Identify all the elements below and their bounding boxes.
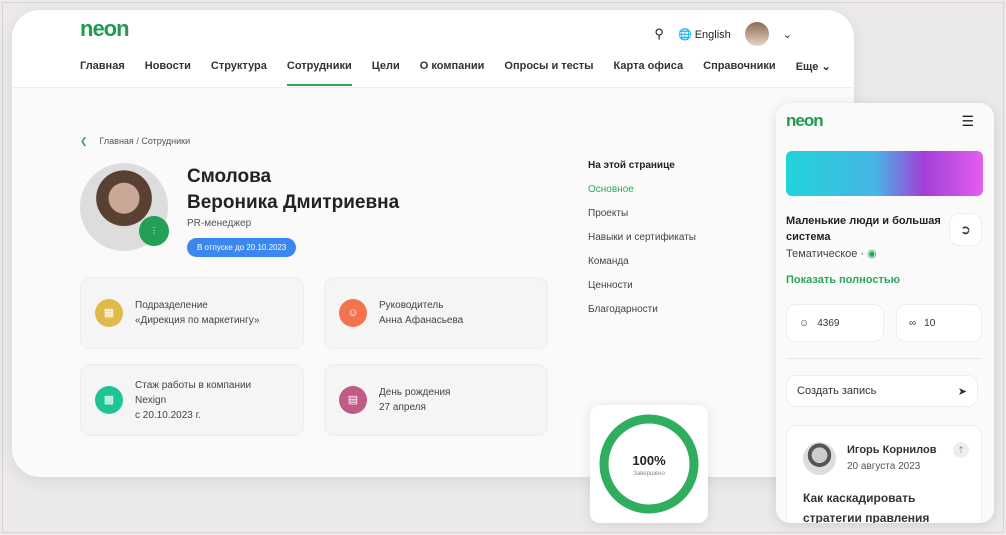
- status-badge: В отпуске до 20.10.2023: [187, 238, 297, 257]
- divider: [786, 358, 982, 359]
- breadcrumb-home[interactable]: Главная: [100, 136, 134, 146]
- employee-role: PR-менеджер: [187, 218, 252, 229]
- menu-icon[interactable]: ☰: [961, 113, 974, 130]
- progress-value: 100%: [632, 453, 666, 468]
- toc-item[interactable]: Ценности: [588, 280, 696, 291]
- globe-icon: 🌐: [677, 28, 692, 41]
- links-count[interactable]: ∞ 10: [896, 304, 982, 342]
- card-label: Подразделение: [135, 300, 208, 311]
- back-icon[interactable]: ❮: [80, 136, 88, 146]
- breadcrumb-employees[interactable]: Сотрудники: [141, 136, 190, 146]
- employee-name: Смолова Вероника Дмитриевна: [187, 164, 399, 216]
- header: neon ⚲ 🌐 English ⌄ Главная Новости Струк…: [12, 10, 854, 88]
- members-count[interactable]: ☺ 4369: [786, 304, 884, 342]
- first-names: Вероника Дмитриевна: [187, 192, 400, 213]
- breadcrumb: ❮ Главная / Сотрудники: [80, 136, 190, 147]
- toc-title: На этой странице: [588, 160, 675, 171]
- language-selector[interactable]: 🌐 English: [678, 28, 731, 41]
- nav-structure[interactable]: Структура: [211, 60, 267, 86]
- nav-directories[interactable]: Справочники: [703, 60, 776, 86]
- card-value[interactable]: «Дирекция по маркетингу»: [135, 313, 259, 328]
- toc-item[interactable]: Благодарности: [588, 304, 696, 315]
- chevron-down-icon[interactable]: ⌄: [783, 28, 792, 41]
- lock-icon: ◉: [867, 248, 877, 260]
- nav-office-map[interactable]: Карта офиса: [614, 60, 684, 86]
- community-title: Маленькие люди и большая система: [786, 215, 941, 243]
- toc-item[interactable]: Навыки и сертификаты: [588, 232, 696, 243]
- podium-icon: ▩: [95, 386, 123, 414]
- community-category: Тематическое: [786, 248, 858, 260]
- pin-icon[interactable]: ⇡: [953, 442, 969, 458]
- nav-surveys[interactable]: Опросы и тесты: [504, 60, 593, 86]
- language-label: English: [694, 28, 731, 41]
- exit-icon: ➲: [960, 221, 971, 237]
- create-post-placeholder: Создать запись: [797, 385, 877, 397]
- cake-icon: ▤: [339, 386, 367, 414]
- nav-home[interactable]: Главная: [80, 60, 125, 86]
- nav-more-label: Еще: [795, 61, 819, 73]
- links-value: 10: [924, 317, 936, 329]
- card-label: Руководитель: [379, 300, 444, 311]
- desktop-window: neon ⚲ 🌐 English ⌄ Главная Новости Струк…: [12, 10, 854, 477]
- leave-button[interactable]: ➲: [949, 213, 982, 246]
- nav-more[interactable]: Еще ⌄: [796, 60, 831, 86]
- card-birthday: ▤ День рождения 27 апреля: [324, 364, 548, 436]
- user-icon: ☺: [339, 299, 367, 327]
- card-label: Стаж работы в компании: [135, 379, 252, 391]
- post-title[interactable]: Как каскадировать стратегии правления: [803, 488, 973, 523]
- card-value[interactable]: Анна Афанасьева: [379, 313, 463, 328]
- mobile-logo[interactable]: neon: [786, 111, 824, 131]
- card-tenure: ▩ Стаж работы в компании Nexign с 20.10.202…: [80, 364, 304, 436]
- user-circle-icon: ☺: [799, 317, 810, 329]
- breadcrumb-sep: /: [136, 136, 139, 146]
- nav-employees[interactable]: Сотрудники: [286, 60, 352, 86]
- post-card[interactable]: Игорь Корнилов 20 августа 2023 ⇡ Как кас…: [786, 425, 982, 523]
- progress-label: Завершено: [633, 471, 665, 477]
- last-name: Смолова: [187, 166, 272, 187]
- toc-item[interactable]: Проекты: [588, 208, 696, 219]
- show-all-link[interactable]: Показать полностью: [786, 274, 900, 286]
- progress-card: 100% Завершено: [590, 405, 708, 523]
- more-icon[interactable]: ⋮: [139, 216, 169, 246]
- card-label: День рождения: [379, 387, 451, 398]
- mobile-panel: neon ☰ Маленькие люди и большая система …: [776, 103, 994, 523]
- card-manager: ☺ Руководитель Анна Афанасьева: [324, 277, 548, 349]
- members-value: 4369: [817, 317, 840, 329]
- nav-about[interactable]: О компании: [420, 60, 485, 86]
- main-nav: Главная Новости Структура Сотрудники Цел…: [80, 60, 831, 86]
- nav-news[interactable]: Новости: [145, 60, 191, 86]
- logo[interactable]: neon: [80, 16, 130, 42]
- toc-item[interactable]: Команда: [588, 256, 696, 267]
- toc-item[interactable]: Основное: [588, 184, 696, 195]
- card-value-2: с 20.10.2023 г.: [135, 409, 201, 421]
- page-toc: На этой странице Основное Проекты Навыки…: [588, 160, 696, 328]
- author-avatar: [803, 442, 836, 475]
- user-avatar[interactable]: [744, 22, 769, 46]
- send-icon[interactable]: ➤: [958, 385, 967, 398]
- post-date: 20 августа 2023: [847, 461, 921, 472]
- briefcase-icon: ▦: [95, 299, 123, 327]
- community-banner: [786, 151, 983, 196]
- post-author[interactable]: Игорь Корнилов: [847, 444, 936, 456]
- create-post-input[interactable]: Создать запись ➤: [786, 375, 978, 407]
- card-value: 27 апреля: [379, 402, 426, 413]
- search-icon[interactable]: ⚲: [654, 26, 664, 42]
- card-department: ▦ Подразделение «Дирекция по маркетингу»: [80, 277, 304, 349]
- card-value: Nexign: [135, 394, 167, 406]
- link-icon: ∞: [909, 317, 917, 329]
- nav-goals[interactable]: Цели: [372, 60, 400, 86]
